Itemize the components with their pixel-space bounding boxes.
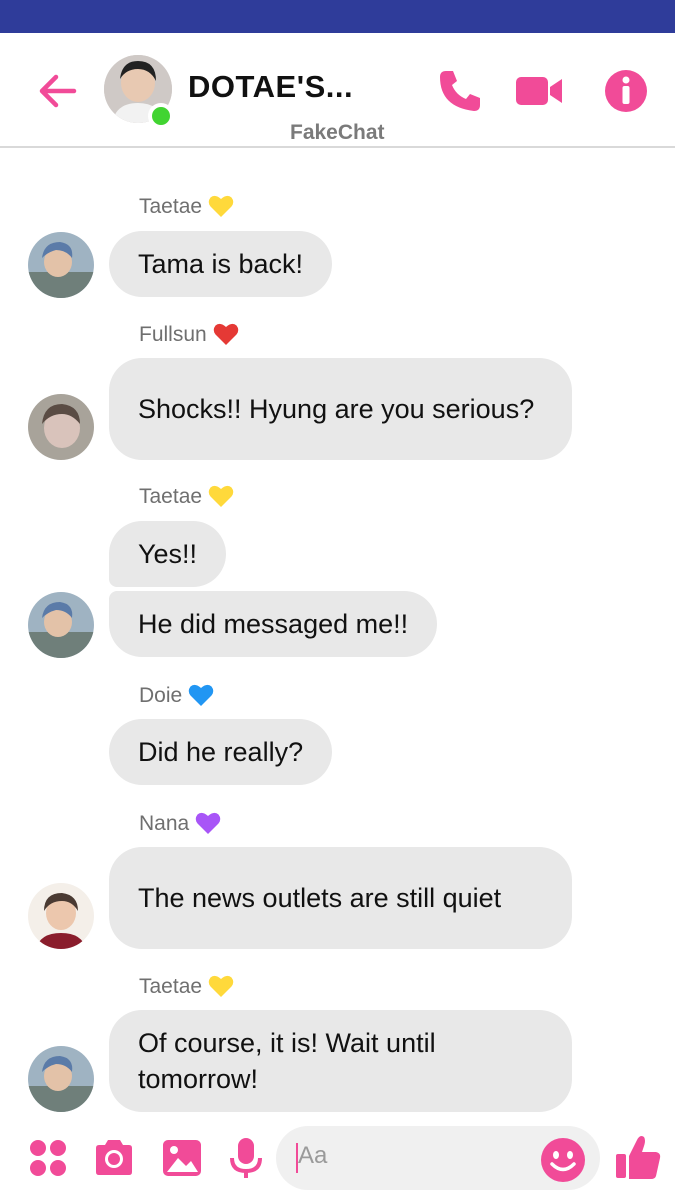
sender-name: Taetae [139,974,234,999]
chat-subtitle: FakeChat [290,121,385,144]
online-status-dot [148,103,174,129]
sender-name: Taetae [139,194,234,219]
info-icon[interactable] [602,67,650,115]
message-input-placeholder: Aa [298,1142,328,1169]
message-list[interactable]: Taetae Tama is back! Fullsun Shocks!! Hy… [0,150,675,1120]
message-bubble[interactable]: Did he really? [109,719,333,785]
message-bubble[interactable]: He did messaged me!! [109,591,438,657]
phone-icon[interactable] [436,67,484,115]
yellow-heart-icon [208,975,234,997]
emoji-icon[interactable] [540,1137,586,1183]
sender-name: Fullsun [139,322,239,347]
chat-title[interactable]: DOTAE'S... [188,69,353,105]
avatar[interactable] [28,883,94,949]
message-bubble[interactable]: Shocks!! Hyung are you serious? [109,358,572,460]
avatar[interactable] [28,592,94,658]
message-bubble[interactable]: Tama is back! [109,231,333,297]
back-arrow-icon[interactable] [36,69,80,113]
message-bubble[interactable]: The news outlets are still quiet [109,847,572,949]
message-bubble[interactable]: Of course, it is! Wait until tomorrow! [109,1010,572,1112]
avatar[interactable] [28,394,94,460]
sender-name: Nana [139,811,221,836]
thumbs-up-icon[interactable] [614,1132,662,1182]
avatar[interactable] [28,232,94,298]
purple-heart-icon [195,812,221,834]
blue-heart-icon [188,684,214,706]
video-camera-icon[interactable] [514,67,562,115]
image-icon[interactable] [160,1136,204,1180]
sender-name: Taetae [139,484,234,509]
message-bubble[interactable]: Yes!! [109,521,227,587]
avatar[interactable] [28,1046,94,1112]
yellow-heart-icon [208,485,234,507]
camera-icon[interactable] [92,1136,136,1180]
red-heart-icon [213,323,238,345]
apps-icon[interactable] [26,1136,70,1180]
chat-header: DOTAE'S... FakeChat [0,33,675,148]
microphone-icon[interactable] [224,1136,268,1180]
sender-name: Doie [139,683,214,708]
status-bar [0,0,675,33]
composer-bar: Aa [0,1120,675,1200]
yellow-heart-icon [208,195,234,217]
